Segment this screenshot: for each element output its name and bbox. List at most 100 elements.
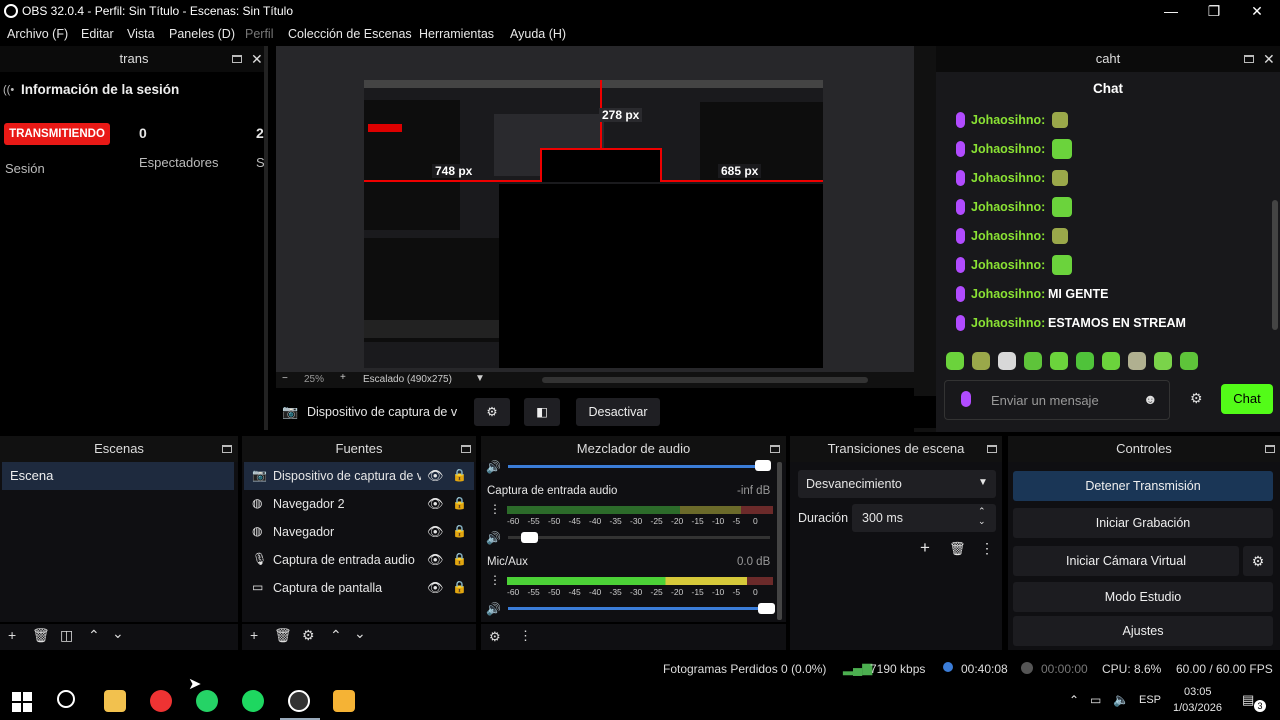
emote-icon[interactable] <box>1180 352 1198 370</box>
deactivate-button[interactable]: Desactivar <box>576 398 660 426</box>
undock-icon[interactable] <box>987 445 997 453</box>
transition-menu-icon[interactable]: ⋮ <box>980 540 994 557</box>
menu-editar[interactable]: Editar <box>81 27 114 41</box>
chat-send-button[interactable]: Chat <box>1221 384 1273 414</box>
lock-icon[interactable]: 🔒 <box>452 580 467 594</box>
visibility-eye-icon[interactable]: 👁 <box>427 580 444 596</box>
add-transition-button[interactable]: + <box>920 538 930 558</box>
obs-icon[interactable] <box>288 690 310 712</box>
chat-username[interactable]: Johaosihno: <box>971 316 1045 330</box>
lock-icon[interactable]: 🔒 <box>452 496 467 510</box>
source-item[interactable]: ▭ Captura de pantalla 👁 🔒 <box>244 574 474 602</box>
start-virtualcam-button[interactable]: Iniciar Cámara Virtual <box>1013 546 1239 576</box>
chat-username[interactable]: Johaosihno: <box>971 113 1045 127</box>
speaker-icon[interactable]: 🔊 <box>486 531 501 545</box>
undock-icon[interactable] <box>232 55 242 63</box>
mixer-settings-icon[interactable]: ⚙ <box>489 629 501 645</box>
visibility-eye-icon[interactable]: 👁 <box>427 552 444 568</box>
undock-icon[interactable] <box>1244 55 1254 63</box>
channel-menu-icon[interactable]: ⋮ <box>489 573 501 587</box>
start-recording-button[interactable]: Iniciar Grabación <box>1013 508 1273 538</box>
chat-username[interactable]: Johaosihno: <box>971 258 1045 272</box>
visibility-eye-icon[interactable]: 👁 <box>427 524 444 540</box>
menu-coleccion[interactable]: Colección de Escenas <box>288 27 412 41</box>
clock-time[interactable]: 03:05 <box>1184 686 1212 698</box>
menu-vista[interactable]: Vista <box>127 27 155 41</box>
stepper-down-icon[interactable]: ⌄ <box>978 516 986 527</box>
emote-icon[interactable] <box>1050 352 1068 370</box>
volume-slider-handle[interactable] <box>758 603 775 614</box>
store-icon[interactable] <box>333 690 355 712</box>
menu-perfil[interactable]: Perfil <box>245 27 273 41</box>
remove-scene-button[interactable]: 🗑 <box>32 627 50 644</box>
preview-area[interactable]: 278 px 748 px 685 px − 25% + Escalado (4… <box>276 46 914 388</box>
windows-start-icon[interactable] <box>12 692 32 712</box>
search-icon[interactable] <box>57 690 75 708</box>
move-down-button[interactable]: ⌄ <box>354 625 366 642</box>
chrome-icon[interactable] <box>150 690 172 712</box>
scaling-dropdown-icon[interactable]: ▼ <box>475 373 485 384</box>
emote-icon[interactable] <box>998 352 1016 370</box>
mixer-menu-icon[interactable]: ⋮ <box>519 628 532 644</box>
volume-slider-track[interactable] <box>508 465 768 468</box>
volume-slider-handle[interactable] <box>755 460 771 471</box>
spotify-icon[interactable] <box>242 690 264 712</box>
channel-menu-icon[interactable]: ⋮ <box>489 502 501 516</box>
zoom-in-button[interactable]: + <box>340 372 346 383</box>
chat-username[interactable]: Johaosihno: <box>971 142 1045 156</box>
file-explorer-icon[interactable] <box>104 690 126 712</box>
maximize-button[interactable]: ❐ <box>1205 2 1223 20</box>
stop-stream-button[interactable]: Detener Transmisión <box>1013 471 1273 501</box>
emote-icon[interactable] <box>972 352 990 370</box>
minimize-button[interactable]: — <box>1162 2 1180 20</box>
source-filters-button[interactable]: ◧ <box>524 398 560 426</box>
emote-icon[interactable] <box>1076 352 1094 370</box>
source-properties-icon[interactable]: ⚙ <box>302 627 315 644</box>
move-up-button[interactable]: ⌃ <box>88 627 100 644</box>
chat-scrollbar[interactable] <box>1272 200 1278 330</box>
zoom-out-button[interactable]: − <box>282 373 288 384</box>
chat-username[interactable]: Johaosihno: <box>971 229 1045 243</box>
volume-icon[interactable]: 🔈 <box>1113 692 1129 708</box>
menu-paneles[interactable]: Paneles (D) <box>169 27 235 41</box>
emote-icon[interactable] <box>946 352 964 370</box>
lock-icon[interactable]: 🔒 <box>452 524 467 538</box>
scene-item[interactable]: Escena <box>2 462 234 490</box>
chat-settings-icon[interactable]: ⚙ <box>1190 390 1203 407</box>
volume-slider-track[interactable] <box>508 536 770 539</box>
splitter[interactable] <box>914 46 936 432</box>
emote-icon[interactable] <box>1102 352 1120 370</box>
splitter[interactable] <box>264 46 268 430</box>
menu-ayuda[interactable]: Ayuda (H) <box>510 27 566 41</box>
source-item[interactable]: ◍ Navegador 2 👁 🔒 <box>244 490 474 518</box>
move-down-button[interactable]: ⌄ <box>112 625 124 642</box>
source-properties-button[interactable]: ⚙ <box>474 398 510 426</box>
volume-slider-handle[interactable] <box>521 532 538 543</box>
emote-icon[interactable] <box>1128 352 1146 370</box>
move-up-button[interactable]: ⌃ <box>330 627 342 644</box>
add-scene-button[interactable]: + <box>8 627 16 643</box>
undock-icon[interactable] <box>461 445 471 453</box>
virtualcam-settings-icon[interactable]: ⚙ <box>1243 546 1273 576</box>
visibility-eye-icon[interactable]: 👁 <box>427 496 444 512</box>
add-source-button[interactable]: + <box>250 627 258 643</box>
lock-icon[interactable]: 🔒 <box>452 552 467 566</box>
notifications-icon[interactable]: ▤ <box>1242 692 1254 708</box>
network-icon[interactable]: ▭ <box>1090 693 1101 707</box>
language-indicator[interactable]: ESP <box>1139 694 1161 706</box>
settings-button[interactable]: Ajustes <box>1013 616 1273 646</box>
speaker-icon[interactable]: 🔊 <box>486 460 501 474</box>
undock-icon[interactable] <box>1265 445 1275 453</box>
lock-icon[interactable]: 🔒 <box>452 468 467 482</box>
mixer-scrollbar[interactable] <box>777 462 782 620</box>
chat-username[interactable]: Johaosihno: <box>971 171 1045 185</box>
undock-icon[interactable] <box>770 445 780 453</box>
remove-source-button[interactable]: 🗑 <box>274 627 292 644</box>
undock-icon[interactable] <box>222 445 232 453</box>
source-item[interactable]: 📷 Dispositivo de captura de v 👁 🔒 <box>244 462 474 490</box>
chat-username[interactable]: Johaosihno: <box>971 287 1045 301</box>
visibility-eye-icon[interactable]: 👁 <box>427 468 444 484</box>
remove-transition-button[interactable]: 🗑 <box>949 541 966 557</box>
transition-select[interactable]: Desvanecimiento ▼ <box>798 470 996 498</box>
studio-mode-button[interactable]: Modo Estudio <box>1013 582 1273 612</box>
